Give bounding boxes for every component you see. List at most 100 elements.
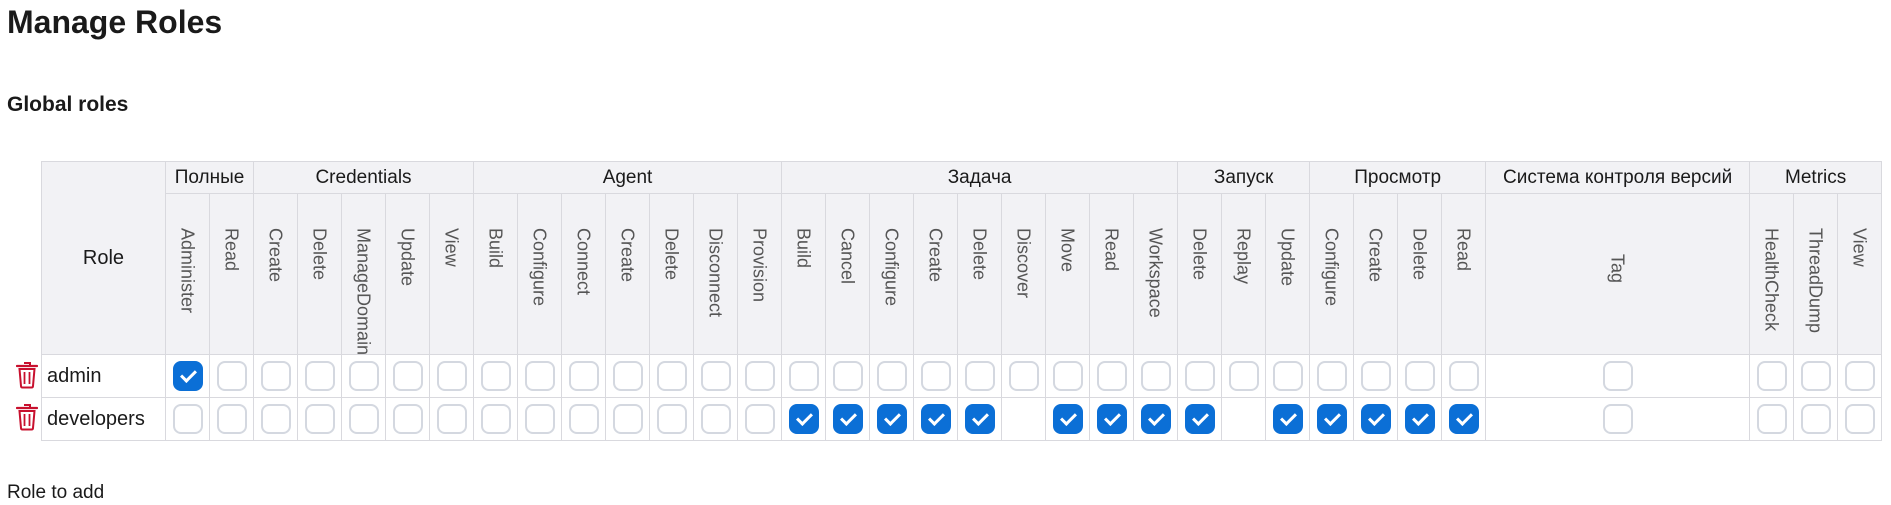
permission-checkbox-update[interactable]: [392, 404, 423, 434]
permission-cell-configure: [869, 397, 915, 441]
permission-checkbox-configure[interactable]: [524, 361, 555, 391]
permission-checkbox-tag[interactable]: [1602, 361, 1633, 391]
permission-checkbox-delete[interactable]: [964, 404, 995, 434]
permission-checkbox-configure[interactable]: [1316, 361, 1347, 391]
permission-checkbox-create[interactable]: [920, 361, 951, 391]
permission-checkbox-view[interactable]: [1844, 361, 1875, 391]
permission-cell-discover: [1001, 354, 1047, 398]
permission-checkbox-configure[interactable]: [876, 361, 907, 391]
permission-label: Replay: [1233, 228, 1254, 285]
permission-checkbox-create[interactable]: [260, 361, 291, 391]
permission-header-build: Build: [781, 193, 827, 355]
permission-header-row: Administer Read Create Delete ManageDomains U…: [42, 193, 1883, 355]
permission-checkbox-delete[interactable]: [656, 404, 687, 434]
permission-checkbox-cancel[interactable]: [832, 361, 863, 391]
permission-checkbox-delete[interactable]: [964, 361, 995, 391]
permission-header-create: Create: [605, 193, 651, 355]
permission-checkbox-create[interactable]: [1360, 361, 1391, 391]
permission-group-3: Задача: [781, 161, 1179, 194]
permission-header-configure: Configure: [869, 193, 915, 355]
permission-checkbox-view[interactable]: [1844, 404, 1875, 434]
permission-cell-create: [605, 397, 651, 441]
permission-checkbox-provision[interactable]: [744, 361, 775, 391]
permission-checkbox-build[interactable]: [788, 404, 819, 434]
trash-icon[interactable]: [16, 403, 38, 431]
permission-checkbox-healthcheck[interactable]: [1756, 361, 1787, 391]
permission-checkbox-create[interactable]: [920, 404, 951, 434]
permission-checkbox-update[interactable]: [1272, 404, 1303, 434]
permission-checkbox-delete[interactable]: [1184, 404, 1215, 434]
permission-cell-cancel: [825, 397, 871, 441]
permission-checkbox-delete[interactable]: [304, 404, 335, 434]
permission-cell-administer: [165, 354, 210, 398]
permission-cell-administer: [165, 397, 210, 441]
permission-checkbox-disconnect[interactable]: [700, 404, 731, 434]
permission-checkbox-workspace[interactable]: [1140, 404, 1171, 434]
permission-checkbox-workspace[interactable]: [1140, 361, 1171, 391]
permission-checkbox-create[interactable]: [1360, 404, 1391, 434]
permission-group-header-row: Role Полные Credentials Agent Задача Запуск Пр…: [41, 161, 1883, 355]
permission-checkbox-delete[interactable]: [1184, 361, 1215, 391]
permission-checkbox-move[interactable]: [1052, 404, 1083, 434]
trash-icon[interactable]: [16, 361, 38, 389]
permission-checkbox-threaddump[interactable]: [1800, 361, 1831, 391]
permission-checkbox-replay[interactable]: [1228, 361, 1259, 391]
permission-checkbox-update[interactable]: [1272, 361, 1303, 391]
permission-cell-configure: [869, 354, 915, 398]
permission-header-disconnect: Disconnect: [693, 193, 739, 355]
permission-checkbox-delete[interactable]: [1404, 404, 1435, 434]
permission-checkbox-provision[interactable]: [744, 404, 775, 434]
role-name: admin: [41, 354, 166, 398]
permission-checkbox-move[interactable]: [1052, 361, 1083, 391]
permission-cell-delete: [957, 397, 1003, 441]
permission-checkbox-delete[interactable]: [1404, 361, 1435, 391]
permission-checkbox-read[interactable]: [1096, 404, 1127, 434]
permission-checkbox-delete[interactable]: [304, 361, 335, 391]
permission-cell-build: [473, 354, 519, 398]
section-title-global-roles: Global roles: [7, 93, 129, 116]
permission-cell-delete: [957, 354, 1003, 398]
permission-checkbox-administer[interactable]: [172, 361, 203, 391]
permission-cell-create: [605, 354, 651, 398]
permission-checkbox-create[interactable]: [612, 404, 643, 434]
permission-header-configure: Configure: [1309, 193, 1355, 355]
permission-header-view: View: [1837, 193, 1883, 355]
permission-checkbox-build[interactable]: [480, 361, 511, 391]
permission-checkbox-read[interactable]: [216, 404, 247, 434]
permission-checkbox-configure[interactable]: [524, 404, 555, 434]
permission-checkbox-read[interactable]: [1448, 404, 1479, 434]
permission-checkbox-connect[interactable]: [568, 404, 599, 434]
permission-checkbox-managedomains[interactable]: [348, 404, 379, 434]
permission-group-1: Credentials: [253, 161, 475, 194]
permission-checkbox-configure[interactable]: [876, 404, 907, 434]
permission-checkbox-create[interactable]: [260, 404, 291, 434]
permission-checkbox-read[interactable]: [1096, 361, 1127, 391]
permission-checkbox-build[interactable]: [788, 361, 819, 391]
permission-checkbox-connect[interactable]: [568, 361, 599, 391]
permission-checkbox-view[interactable]: [436, 404, 467, 434]
permission-checkbox-delete[interactable]: [656, 361, 687, 391]
permission-checkbox-tag[interactable]: [1602, 404, 1633, 434]
permission-checkbox-discover[interactable]: [1008, 361, 1039, 391]
permission-checkbox-managedomains[interactable]: [348, 361, 379, 391]
permission-checkbox-healthcheck[interactable]: [1756, 404, 1787, 434]
permission-label: Configure: [1321, 228, 1342, 307]
permission-header-build: Build: [473, 193, 519, 355]
permission-label: Update: [397, 228, 418, 287]
permission-header-threaddump: ThreadDump: [1793, 193, 1839, 355]
permission-checkbox-read[interactable]: [1448, 361, 1479, 391]
permission-checkbox-threaddump[interactable]: [1800, 404, 1831, 434]
permission-checkbox-configure[interactable]: [1316, 404, 1347, 434]
permission-checkbox-build[interactable]: [480, 404, 511, 434]
permission-checkbox-disconnect[interactable]: [700, 361, 731, 391]
permission-cell-disconnect: [693, 397, 739, 441]
permission-cell-tag: [1485, 354, 1751, 398]
permission-cell-create: [1353, 397, 1399, 441]
permission-checkbox-administer[interactable]: [172, 404, 203, 434]
permission-checkbox-cancel[interactable]: [832, 404, 863, 434]
permission-label: Read: [1453, 228, 1474, 272]
permission-checkbox-read[interactable]: [216, 361, 247, 391]
permission-checkbox-create[interactable]: [612, 361, 643, 391]
permission-checkbox-view[interactable]: [436, 361, 467, 391]
permission-checkbox-update[interactable]: [392, 361, 423, 391]
